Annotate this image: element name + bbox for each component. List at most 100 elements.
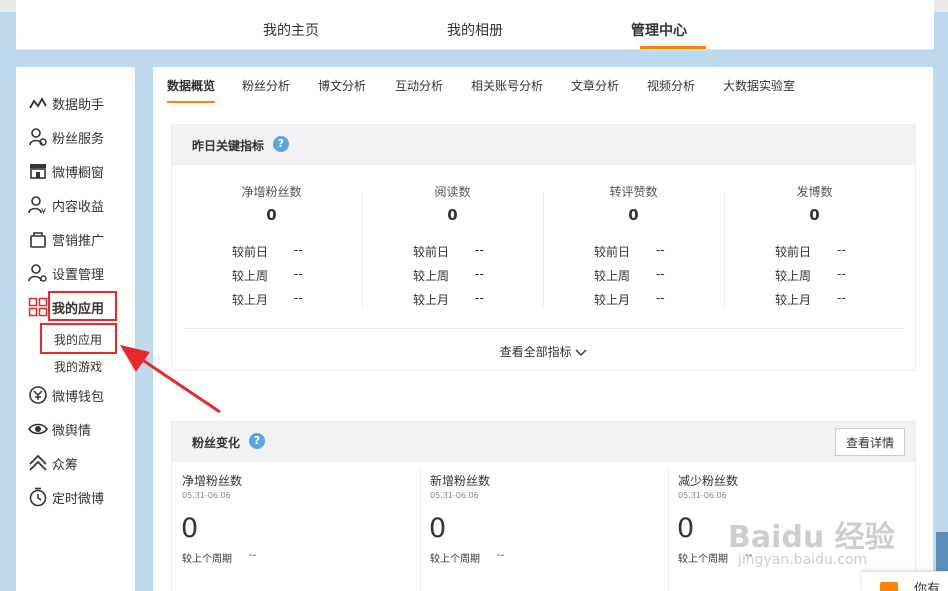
fans-column-title: 新增粉丝数 xyxy=(430,474,491,488)
chart-line-icon xyxy=(29,97,47,109)
bag-icon xyxy=(30,232,46,248)
sidebar-item-label: 设置管理 xyxy=(52,267,105,283)
compare-value: -- xyxy=(656,267,665,281)
fans-column-title: 减少粉丝数 xyxy=(678,474,739,488)
watermark-brand: Baidu 经验 xyxy=(728,520,895,555)
baidu-watermark: Baidu 经验 jingyan.baidu.com xyxy=(728,512,928,572)
grid-apps-icon xyxy=(28,297,48,317)
sidebar-item-public-opinion[interactable]: 微舆情 xyxy=(28,418,91,440)
sidebar-item-label: 内容收益 xyxy=(52,199,105,215)
tab-my-album[interactable]: 我的相册 xyxy=(447,20,503,40)
sidebar-item-label: 营销推广 xyxy=(52,233,105,249)
shop-window-icon xyxy=(30,164,46,179)
sidebar-item-settings[interactable]: 设置管理 xyxy=(28,262,104,284)
compare-value: -- xyxy=(475,291,484,305)
divider xyxy=(184,328,904,329)
tab-article-analysis[interactable]: 文章分析 xyxy=(571,77,619,94)
compare-row: 较上月 -- xyxy=(413,291,484,308)
sidebar-item-label: 我的应用 xyxy=(52,301,105,317)
tab-related-account-analysis[interactable]: 相关账号分析 xyxy=(471,77,543,94)
compare-row: 较上月 -- xyxy=(232,291,303,308)
settings-user-icon xyxy=(28,264,47,282)
compare-value: -- xyxy=(837,243,846,257)
tab-interaction-analysis[interactable]: 互动分析 xyxy=(395,77,443,94)
sidebar-item-fans-service[interactable]: 粉丝服务 xyxy=(28,126,104,148)
compare-value: -- xyxy=(475,267,484,281)
compare-row: 较上周 -- xyxy=(413,267,484,284)
help-icon[interactable]: ? xyxy=(249,433,265,449)
help-icon[interactable]: ? xyxy=(273,136,289,152)
tab-video-analysis[interactable]: 视频分析 xyxy=(647,77,695,94)
chevron-down-icon xyxy=(575,349,587,356)
side-edge-tab[interactable] xyxy=(936,532,948,572)
fans-column-date: 05.31-06.06 xyxy=(430,491,479,500)
compare-value: -- xyxy=(656,291,665,305)
compare-row: 较上周 -- xyxy=(594,267,665,284)
compare-value: -- xyxy=(837,267,846,281)
compare-row: 较上月 -- xyxy=(775,291,846,308)
tab-fans-analysis[interactable]: 粉丝分析 xyxy=(242,77,290,94)
floating-message-text: 你有 xyxy=(914,582,941,591)
tab-data-overview[interactable]: 数据概览 xyxy=(167,77,215,94)
compare-label: 较前日 xyxy=(775,245,812,259)
sidebar-item-weibo-showcase[interactable]: 微博橱窗 xyxy=(28,160,104,182)
compare-value: -- xyxy=(294,291,303,305)
fans-column-value: 0 xyxy=(429,513,447,544)
fans-column-compare-value: -- xyxy=(497,550,505,561)
compare-label: 较上月 xyxy=(775,293,812,307)
compare-value: -- xyxy=(656,243,665,257)
mail-icon xyxy=(880,582,898,591)
sidebar-item-my-apps[interactable]: 我的应用 xyxy=(28,296,104,318)
tab-management-center[interactable]: 管理中心 xyxy=(631,20,687,40)
tab-post-analysis[interactable]: 博文分析 xyxy=(318,77,366,94)
sidebar-item-label: 微博钱包 xyxy=(52,389,105,405)
compare-label: 较前日 xyxy=(413,245,450,259)
fans-column-value: 0 xyxy=(181,513,199,544)
sidebar-subitem-my-games[interactable]: 我的游戏 xyxy=(54,358,102,375)
compare-label: 较上月 xyxy=(232,293,269,307)
sidebar-item-label: 粉丝服务 xyxy=(52,131,105,147)
compare-label: 较上月 xyxy=(594,293,631,307)
key-metrics-title: 昨日关键指标 xyxy=(192,139,265,153)
compare-row: 较前日 -- xyxy=(413,243,484,260)
fans-column-compare-label: 较上个周期 xyxy=(182,554,232,565)
sidebar: 数据助手 粉丝服务 微博橱窗 ¥ 内容收益 营销推广 设置管理 我的应用 我的应… xyxy=(16,67,135,591)
fans-column-date: 05.31-06.06 xyxy=(678,491,727,500)
sidebar-item-weibo-wallet[interactable]: 微博钱包 xyxy=(28,384,104,406)
eye-icon xyxy=(28,423,48,435)
fans-change-title: 粉丝变化 xyxy=(192,436,241,450)
wallet-icon xyxy=(29,386,47,404)
view-all-metrics-link[interactable]: 查看全部指标 xyxy=(172,343,915,360)
compare-label: 较前日 xyxy=(232,245,269,259)
svg-text:¥: ¥ xyxy=(41,207,46,215)
compare-label: 较上周 xyxy=(775,269,812,283)
sidebar-item-scheduled-weibo[interactable]: 定时微博 xyxy=(28,486,104,508)
compare-row: 较上周 -- xyxy=(775,267,846,284)
metric-value: 0 xyxy=(628,206,639,224)
active-subtab-underline xyxy=(167,101,215,103)
compare-label: 较前日 xyxy=(594,245,631,259)
sidebar-item-marketing[interactable]: 营销推广 xyxy=(28,228,104,250)
fans-column-value: 0 xyxy=(677,513,695,544)
metric-name: 发博数 xyxy=(796,185,833,199)
watermark-url: jingyan.baidu.com xyxy=(738,552,868,568)
sidebar-item-crowdfunding[interactable]: 众筹 xyxy=(28,452,78,474)
compare-label: 较上周 xyxy=(413,269,450,283)
compare-row: 较前日 -- xyxy=(775,243,846,260)
metric-value: 0 xyxy=(266,206,277,224)
metric-name: 阅读数 xyxy=(434,185,471,199)
fans-column-compare-value: -- xyxy=(249,550,257,561)
crowdfund-icon xyxy=(29,454,47,471)
view-details-button[interactable]: 查看详情 xyxy=(835,428,905,456)
compare-label: 较上月 xyxy=(413,293,450,307)
fans-column-net: 净增粉丝数 05.31-06.06 0 较上个周期 -- xyxy=(172,462,420,591)
sidebar-item-content-income[interactable]: ¥ 内容收益 xyxy=(28,194,104,216)
compare-label: 较上周 xyxy=(232,269,269,283)
fans-service-icon xyxy=(29,128,47,146)
tab-big-data-lab[interactable]: 大数据实验室 xyxy=(723,77,795,94)
floating-message-card[interactable]: 你有 xyxy=(862,571,948,591)
sidebar-subitem-my-apps[interactable]: 我的应用 xyxy=(54,331,102,348)
sidebar-item-data-assistant[interactable]: 数据助手 xyxy=(28,92,104,114)
compare-row: 较上月 -- xyxy=(594,291,665,308)
tab-my-homepage[interactable]: 我的主页 xyxy=(263,20,319,40)
